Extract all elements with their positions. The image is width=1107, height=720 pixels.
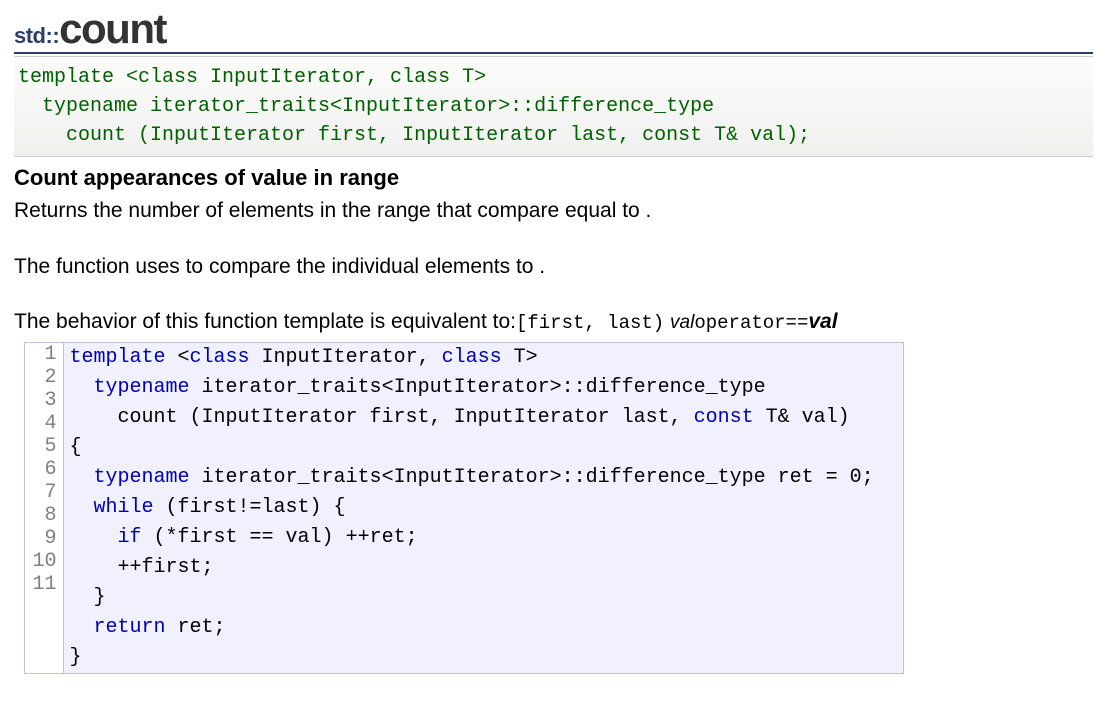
source-code: template <class InputIterator, class T> … [63, 343, 880, 673]
code-text: } [70, 646, 82, 669]
code-text [70, 526, 118, 549]
source-code-block: 1 2 3 4 5 6 7 8 9 10 11 template <class … [24, 342, 904, 674]
title-namespace: std:: [14, 23, 59, 48]
code-keyword: class [190, 346, 250, 369]
code-keyword: while [94, 496, 154, 519]
line-number: 6 [31, 458, 57, 481]
code-text: ret; [166, 616, 226, 639]
code-text [70, 376, 94, 399]
code-keyword: template [70, 346, 166, 369]
code-text: { [70, 436, 82, 459]
code-keyword: if [118, 526, 142, 549]
code-text: T& val) [754, 406, 850, 429]
line-number: 3 [31, 389, 57, 412]
fragment-range: [first, last) [516, 312, 664, 334]
line-number: 11 [31, 573, 57, 596]
line-number: 1 [31, 343, 57, 366]
title-function: count [59, 5, 166, 52]
code-text: T> [502, 346, 538, 369]
line-number: 4 [31, 412, 57, 435]
function-signature: template <class InputIterator, class T> … [14, 56, 1093, 157]
line-number: 9 [31, 527, 57, 550]
code-text: (*first == val) ++ret; [142, 526, 418, 549]
line-number: 10 [31, 550, 57, 573]
code-keyword: const [694, 406, 754, 429]
description-p3: The behavior of this function template i… [14, 306, 1093, 338]
code-text: ++first; [70, 556, 214, 579]
code-keyword: typename [94, 466, 190, 489]
code-text: (first!=last) { [154, 496, 346, 519]
code-keyword: class [442, 346, 502, 369]
fragment-val: val [670, 312, 694, 333]
behavior-text: The behavior of this function template i… [14, 310, 516, 333]
code-text: InputIterator, [250, 346, 442, 369]
source-table: 1 2 3 4 5 6 7 8 9 10 11 template <class … [25, 343, 880, 673]
code-keyword: typename [94, 376, 190, 399]
code-text: iterator_traits<InputIterator>::differen… [190, 376, 766, 399]
code-text [70, 616, 94, 639]
code-text: count (InputIterator first, InputIterato… [70, 406, 694, 429]
line-number: 5 [31, 435, 57, 458]
line-number: 2 [31, 366, 57, 389]
fragment-operator: operator== [694, 312, 808, 334]
code-text: } [70, 586, 106, 609]
code-text: iterator_traits<InputIterator>::differen… [190, 466, 874, 489]
page-title: std::count [14, 8, 1093, 54]
code-text [70, 496, 94, 519]
fragment-val2: val [808, 310, 837, 333]
line-number: 8 [31, 504, 57, 527]
description-p2: The function uses to compare the individ… [14, 251, 1093, 283]
description-p1: Returns the number of elements in the ra… [14, 195, 1093, 227]
section-heading: Count appearances of value in range [14, 165, 1093, 191]
line-number: 7 [31, 481, 57, 504]
line-number-gutter: 1 2 3 4 5 6 7 8 9 10 11 [25, 343, 63, 673]
code-keyword: return [94, 616, 166, 639]
code-text [70, 466, 94, 489]
code-text: < [166, 346, 190, 369]
